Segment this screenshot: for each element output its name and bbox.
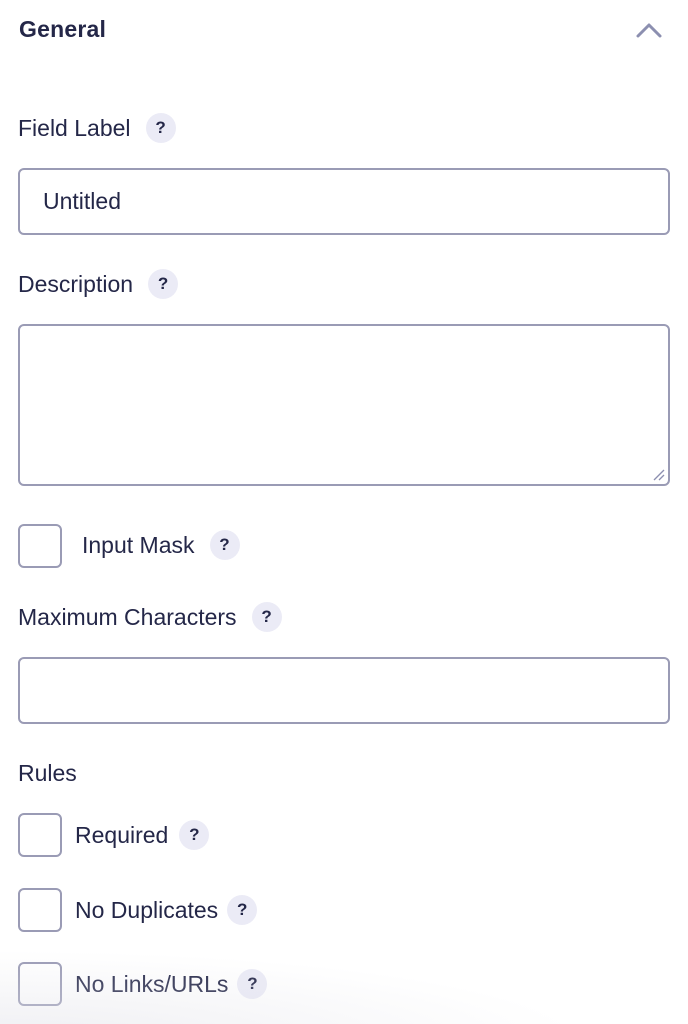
no-links-label: No Links/URLs — [75, 970, 229, 997]
input-mask-checkbox[interactable] — [18, 524, 62, 568]
no-duplicates-row: No Duplicates ? — [75, 894, 258, 926]
max-chars-help-icon[interactable]: ? — [251, 602, 282, 632]
max-chars-row: Maximum Characters ? — [18, 601, 282, 633]
max-chars-input[interactable] — [18, 657, 670, 724]
field-settings-panel: General Field Label ? Description ? Inpu… — [0, 0, 688, 1024]
no-duplicates-checkbox[interactable] — [18, 888, 62, 932]
required-help-icon[interactable]: ? — [179, 820, 210, 850]
no-links-row: No Links/URLs ? — [75, 968, 268, 1000]
input-mask-help-icon[interactable]: ? — [209, 530, 240, 560]
no-duplicates-label: No Duplicates — [75, 896, 219, 923]
input-mask-row: Input Mask ? — [82, 529, 240, 561]
description-help-icon[interactable]: ? — [148, 269, 179, 299]
no-duplicates-help-icon[interactable]: ? — [227, 895, 258, 925]
general-section-header[interactable]: General — [19, 14, 669, 46]
no-links-checkbox[interactable] — [18, 962, 62, 1006]
chevron-up-icon[interactable] — [634, 18, 664, 42]
field-label-help-icon[interactable]: ? — [145, 113, 176, 143]
field-label-row: Field Label ? — [18, 112, 176, 144]
required-checkbox[interactable] — [18, 813, 62, 857]
field-label-label: Field Label — [18, 114, 131, 141]
required-label: Required — [75, 821, 169, 848]
section-title: General — [19, 16, 107, 42]
rules-heading: Rules — [18, 759, 77, 786]
resize-grip-icon[interactable] — [651, 467, 665, 481]
required-row: Required ? — [75, 819, 210, 851]
description-row: Description ? — [18, 268, 179, 300]
no-links-help-icon[interactable]: ? — [237, 969, 268, 999]
description-textarea[interactable] — [18, 324, 670, 486]
field-label-input[interactable] — [18, 168, 670, 235]
description-label: Description — [18, 270, 134, 297]
max-chars-label: Maximum Characters — [18, 603, 237, 630]
rules-heading-row: Rules — [18, 757, 77, 789]
input-mask-label: Input Mask — [82, 531, 195, 558]
